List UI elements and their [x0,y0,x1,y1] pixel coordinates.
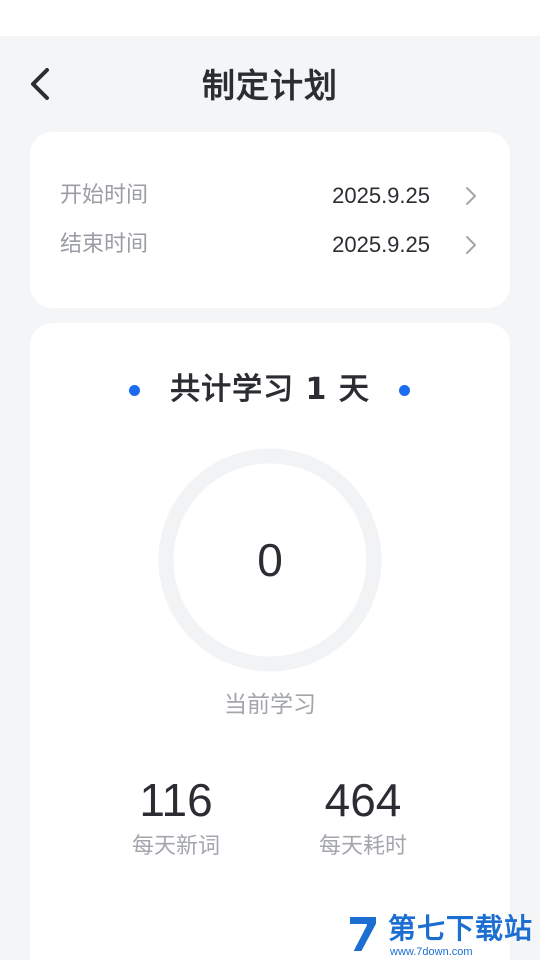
chevron-right-icon [466,236,476,254]
daily-time-label: 每天耗时 [318,834,407,859]
start-date-row[interactable]: 开始时间 2025.9.25 [30,174,510,218]
daily-time-stat: 464 每天耗时 [268,773,458,867]
watermark-url: www.7down.com [390,946,473,958]
end-date-value: 2025.9.25 [332,232,430,257]
page-title: 制定计划 [202,66,338,105]
watermark-text: 第七下载站 [388,912,534,945]
accent-dot-right [399,385,410,396]
start-date-label: 开始时间 [60,183,149,208]
daily-new-words-stat: 116 每天新词 [81,773,271,867]
status-bar [0,0,540,36]
daily-time-value: 464 [324,774,402,826]
date-range-card: 开始时间 2025.9.25 结束时间 2025.9.25 [30,132,510,308]
total-days-text: 共计学习 1 天 [170,372,370,407]
plan-summary-card: 共计学习 1 天 0 当前学习 116 每天新词 464 每天耗时 [30,323,510,960]
start-date-value: 2025.9.25 [332,183,430,208]
nav-bar: 制定计划 [0,36,540,132]
current-study-label: 当前学习 [224,692,316,718]
end-date-label: 结束时间 [60,232,149,257]
total-days-heading: 共计学习 1 天 [30,367,510,413]
current-study-value: 0 [257,534,283,586]
daily-new-words-label: 每天新词 [131,834,220,859]
end-date-row[interactable]: 结束时间 2025.9.25 [30,223,510,267]
daily-new-words-value: 116 [139,774,213,826]
chevron-right-icon [466,187,476,205]
watermark-logo-icon [348,915,378,953]
site-watermark: 第七下载站 www.7down.com [340,908,540,960]
progress-ring: 0 [158,448,382,672]
